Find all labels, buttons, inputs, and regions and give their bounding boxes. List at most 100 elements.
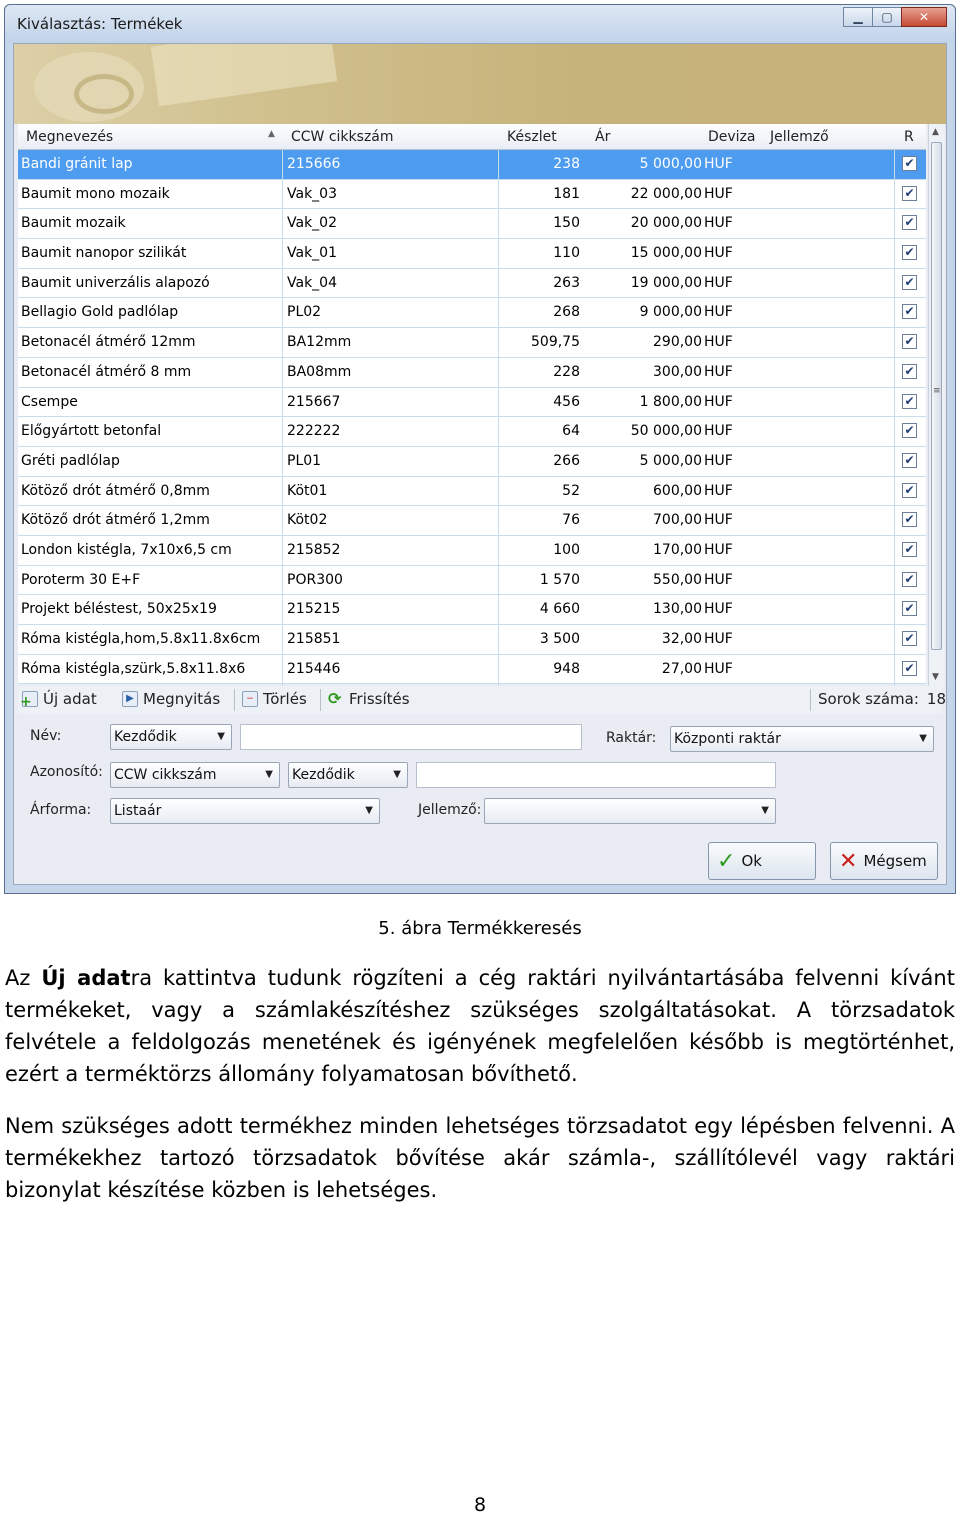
cell-currency: HUF <box>704 423 733 440</box>
chevron-down-icon: ▼ <box>217 731 225 742</box>
cancel-label: Mégsem <box>863 852 927 870</box>
vertical-scrollbar[interactable]: ▲ ≡ ▼ <box>928 124 944 688</box>
cancel-button[interactable]: ✕ Mégsem <box>830 842 938 880</box>
table-row[interactable]: Róma kistégla,szürk,5.8x11.8x6 215446 948 2… <box>18 654 926 685</box>
name-filter-label: Név: <box>30 728 62 744</box>
row-checkbox[interactable]: ✔ <box>902 571 917 587</box>
cell-name: Baumit univerzális alapozó <box>21 274 210 291</box>
row-checkbox[interactable]: ✔ <box>902 423 917 439</box>
row-checkbox[interactable]: ✔ <box>902 601 917 617</box>
table-row[interactable]: Bandi gránit lap 215666 238 5 000,00 HUF ✔ <box>18 150 926 180</box>
row-checkbox[interactable]: ✔ <box>902 304 917 320</box>
cell-name: Baumit nanopor szilikát <box>21 245 187 262</box>
row-checkbox[interactable]: ✔ <box>902 156 917 171</box>
new-document-icon: + <box>20 691 38 709</box>
cell-stock: 509,75 <box>531 334 580 351</box>
table-row[interactable]: Betonacél átmérő 12mm BA12mm 509,75 290,00 H… <box>18 328 926 358</box>
cell-currency: HUF <box>704 156 733 172</box>
warehouse-select[interactable]: Központi raktár ▼ <box>670 726 934 752</box>
column-header-price[interactable]: Ár <box>595 129 610 145</box>
ok-button[interactable]: ✓ Ok <box>708 842 816 880</box>
cell-price: 170,00 <box>653 541 702 558</box>
price-form-select[interactable]: Listaár ▼ <box>110 798 380 824</box>
table-row[interactable]: London kistégla, 7x10x6,5 cm 215852 100 170… <box>18 535 926 566</box>
table-row[interactable]: Előgyártott betonfal 222222 64 50 000,00 HUF… <box>18 417 926 447</box>
table-row[interactable]: Kötöző drót átmérő 0,8mm Köt01 52 600,00 HUF… <box>18 476 926 507</box>
column-header-currency[interactable]: Deviza <box>708 129 756 145</box>
row-checkbox[interactable]: ✔ <box>902 363 917 379</box>
feature-select[interactable]: ▼ <box>484 798 776 824</box>
table-row[interactable]: Baumit univerzális alapozó Vak_04 263 19 00… <box>18 268 926 299</box>
table-row[interactable]: Kötöző drót átmérő 1,2mm Köt02 76 700,00 HUF… <box>18 506 926 536</box>
cell-name: Betonacél átmérő 8 mm <box>21 363 192 380</box>
refresh-button[interactable]: ⟳ Frissítés <box>328 690 410 708</box>
row-count-value: 18 <box>926 690 946 708</box>
column-divider <box>282 150 283 688</box>
row-checkbox[interactable]: ✔ <box>902 245 917 261</box>
open-button[interactable]: ▶ Megnyitás <box>122 690 220 708</box>
toolbar-separator <box>320 689 321 711</box>
identifier-field-select[interactable]: CCW cikkszám ▼ <box>110 762 280 788</box>
name-search-input[interactable] <box>240 724 582 750</box>
row-checkbox[interactable]: ✔ <box>902 452 917 468</box>
row-checkbox[interactable]: ✔ <box>902 215 917 231</box>
identifier-match-mode-value: Kezdődik <box>292 767 355 783</box>
cell-currency: HUF <box>704 304 733 321</box>
row-checkbox[interactable]: ✔ <box>902 541 917 557</box>
cell-stock: 110 <box>553 245 580 262</box>
scrollbar-thumb[interactable] <box>931 142 942 650</box>
table-row[interactable]: Bellagio Gold padlólap PL02 268 9 000,00 HUF… <box>18 298 926 329</box>
cell-name: Bellagio Gold padlólap <box>21 304 179 321</box>
table-row[interactable]: Projekt béléstest, 50x25x19 215215 4 660 13… <box>18 595 926 625</box>
row-checkbox[interactable]: ✔ <box>902 512 917 528</box>
table-row[interactable]: Baumit mozaik Vak_02 150 20 000,00 HUF ✔ <box>18 209 926 240</box>
column-header-stock[interactable]: Készlet <box>507 129 557 145</box>
window-controls: ▁ ▢ ✕ <box>843 7 947 27</box>
cell-price: 19 000,00 <box>630 274 702 291</box>
cell-currency: HUF <box>704 274 733 291</box>
column-header-r[interactable]: R <box>904 129 914 145</box>
table-row[interactable]: Gréti padlólap PL01 266 5 000,00 HUF ✔ <box>18 446 926 477</box>
close-button[interactable]: ✕ <box>901 7 947 27</box>
row-checkbox[interactable]: ✔ <box>902 631 917 646</box>
row-checkbox[interactable]: ✔ <box>902 334 917 350</box>
name-match-mode-select[interactable]: Kezdődik ▼ <box>110 724 232 750</box>
cell-currency: HUF <box>704 660 733 677</box>
cell-code: 215446 <box>287 660 341 677</box>
scroll-down-icon[interactable]: ▼ <box>932 672 939 682</box>
cell-code: 215851 <box>287 631 341 647</box>
paragraph-1-prefix: Az <box>5 966 42 990</box>
table-row[interactable]: Csempe 215667 456 1 800,00 HUF ✔ <box>18 387 926 418</box>
table-row[interactable]: Baumit mono mozaik Vak_03 181 22 000,00 HUF ✔ <box>18 179 926 210</box>
identifier-search-input[interactable] <box>416 762 776 788</box>
cross-icon: ✕ <box>839 848 858 874</box>
maximize-button[interactable]: ▢ <box>872 7 902 27</box>
delete-button[interactable]: − Törlés <box>242 690 307 708</box>
column-header-code[interactable]: CCW cikkszám <box>291 129 394 145</box>
cell-currency: HUF <box>704 245 733 262</box>
cell-name: Róma kistégla,szürk,5.8x11.8x6 <box>21 660 246 677</box>
new-item-button[interactable]: + Új adat <box>20 690 97 709</box>
table-row[interactable]: Baumit nanopor szilikát Vak_01 110 15 000,0… <box>18 239 926 269</box>
table-row[interactable]: Betonacél átmérő 8 mm BA08mm 228 300,00 HUF ✔ <box>18 357 926 388</box>
title-bar[interactable]: Kiválasztás: Termékek ▁ ▢ ✕ <box>5 5 955 43</box>
row-checkbox[interactable]: ✔ <box>902 274 917 290</box>
column-header-feature[interactable]: Jellemző <box>770 129 829 145</box>
table-row[interactable]: Róma kistégla,hom,5.8x11.8x6cm 215851 3 50… <box>18 625 926 655</box>
row-checkbox[interactable]: ✔ <box>902 393 917 409</box>
cell-currency: HUF <box>704 185 733 202</box>
open-label: Megnyitás <box>143 690 221 708</box>
banner-decoration <box>150 44 338 107</box>
row-checkbox[interactable]: ✔ <box>902 660 917 676</box>
minimize-button[interactable]: ▁ <box>843 7 873 27</box>
column-header-name[interactable]: Megnevezés <box>26 129 113 145</box>
identifier-match-mode-select[interactable]: Kezdődik ▼ <box>288 762 408 788</box>
cell-code: Vak_04 <box>287 274 337 291</box>
row-checkbox[interactable]: ✔ <box>902 185 917 201</box>
cell-name: Baumit mono mozaik <box>21 185 170 202</box>
scroll-up-icon[interactable]: ▲ <box>932 127 939 137</box>
grid-toolbar: + Új adat ▶ Megnyitás − Törlés ⟳ Frissít… <box>18 686 946 714</box>
row-checkbox[interactable]: ✔ <box>902 482 917 498</box>
ok-label: Ok <box>741 852 762 870</box>
table-row[interactable]: Poroterm 30 E+F POR300 1 570 550,00 HUF ✔ <box>18 565 926 596</box>
